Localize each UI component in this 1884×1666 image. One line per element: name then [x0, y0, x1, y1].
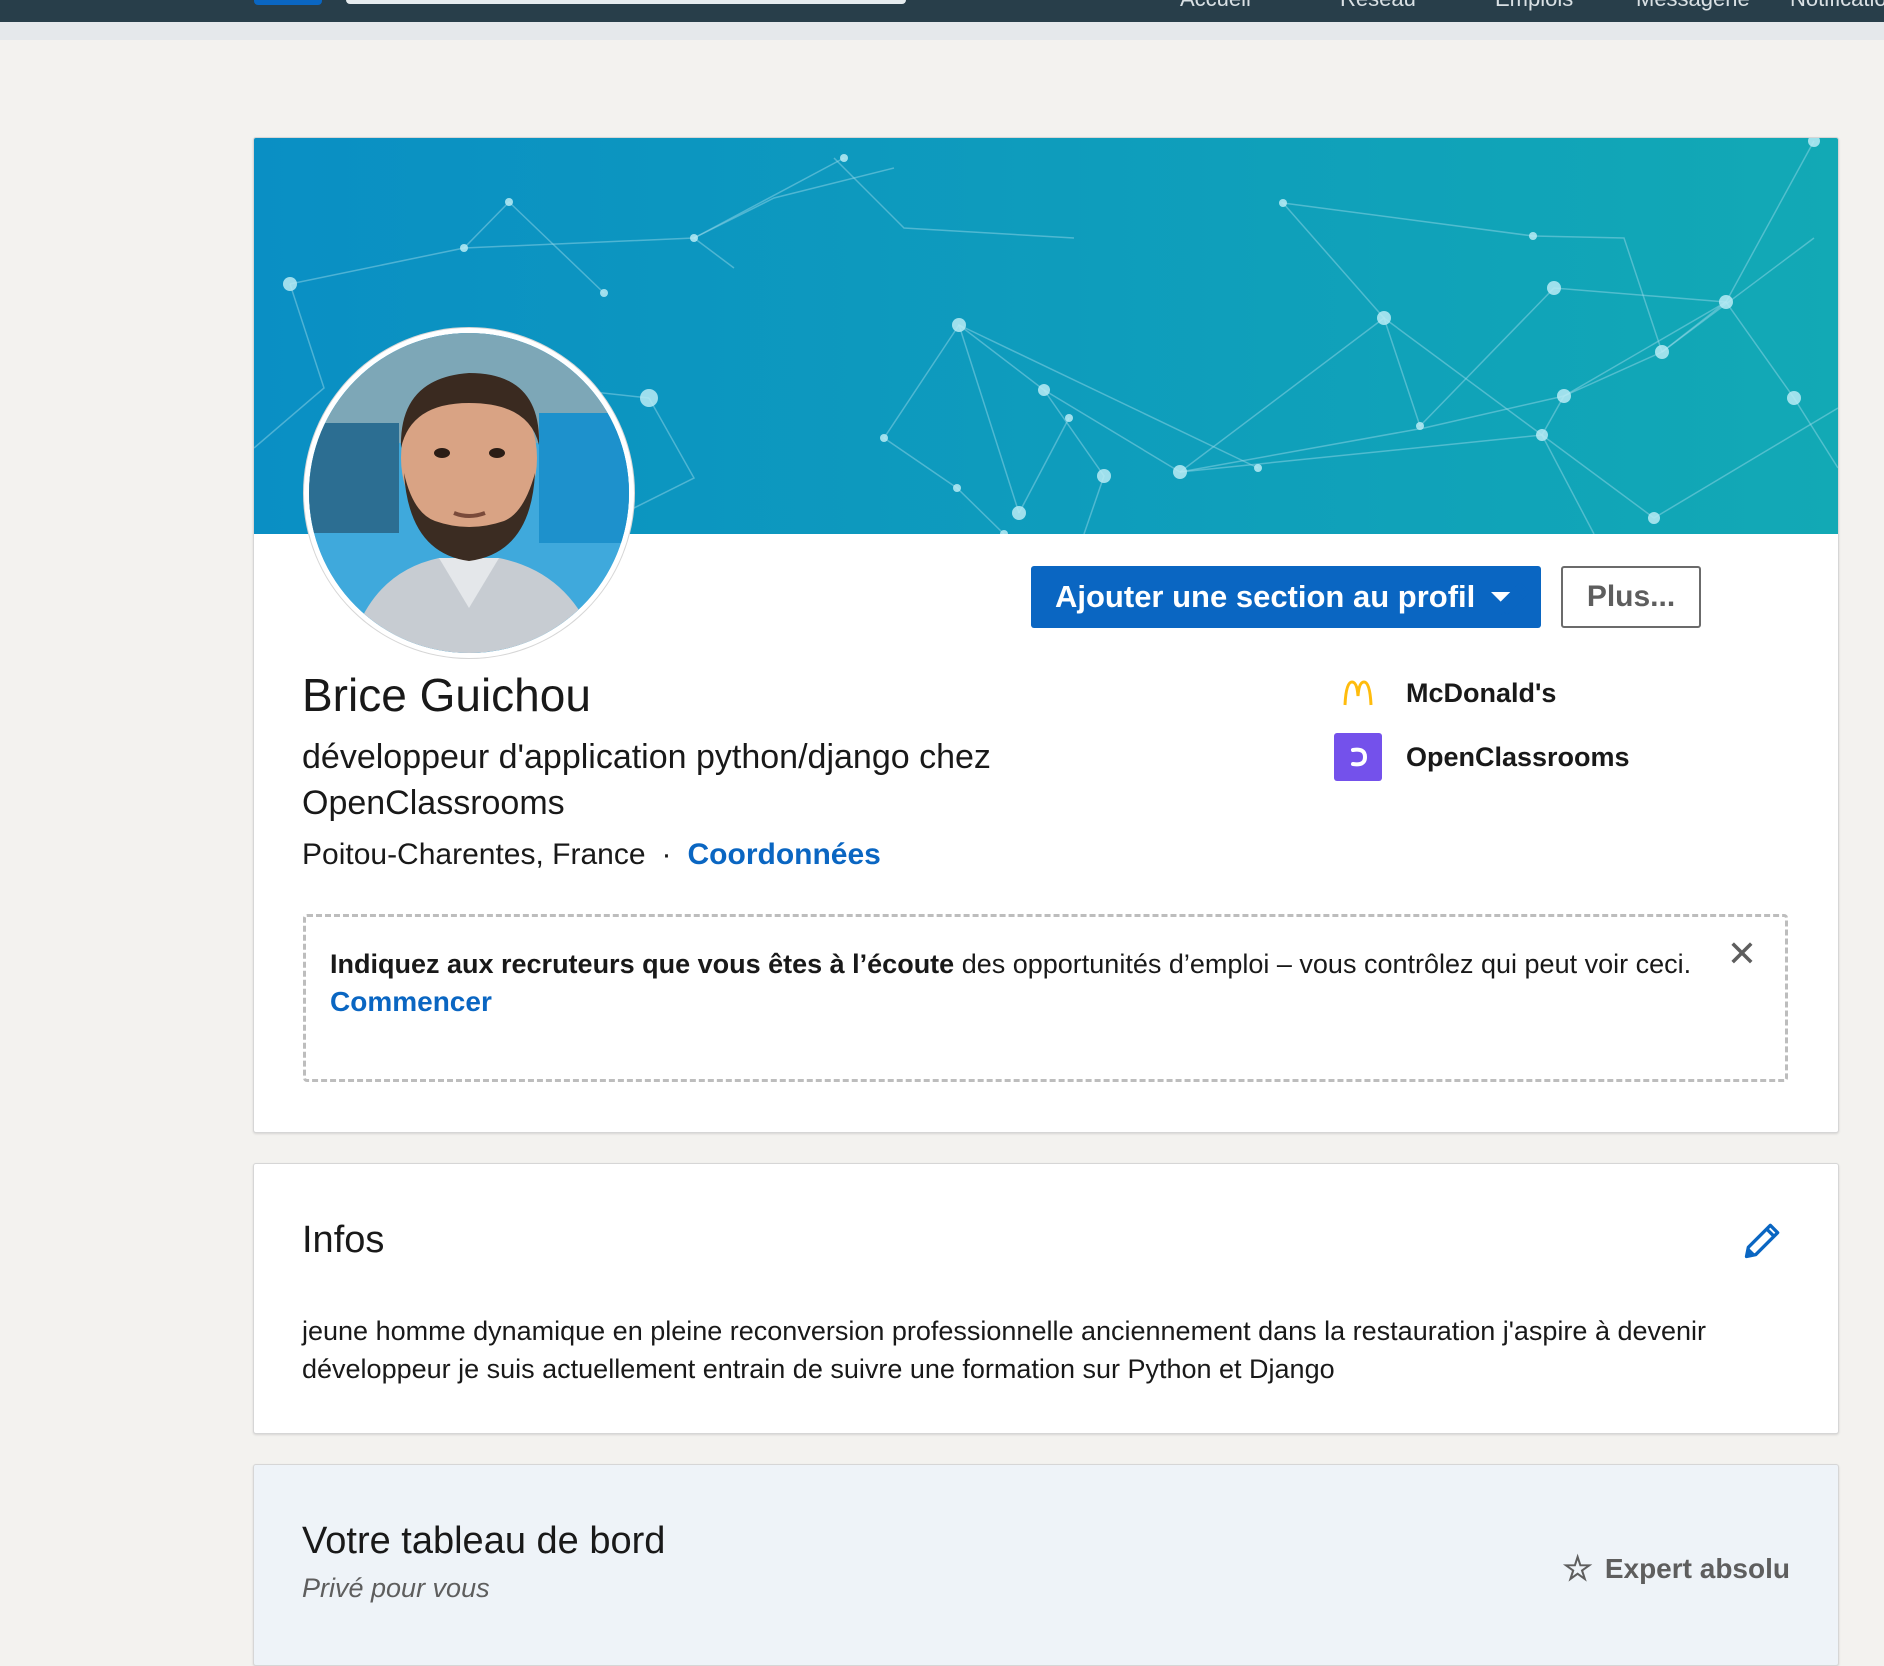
open-to-work-text: Indiquez aux recruteurs que vous êtes à … [330, 945, 1761, 983]
profile-top-card: Ajouter une section au profil Plus... Br… [253, 137, 1839, 1133]
nav-divider [0, 22, 1884, 40]
add-profile-section-label: Ajouter une section au profil [1055, 579, 1476, 614]
profile-headline: développeur d'application python/django … [302, 738, 991, 822]
edit-pencil-icon[interactable] [1491, 577, 1535, 621]
edit-pencil-icon[interactable] [1741, 1218, 1785, 1262]
profile-location-row: Poitou-Charentes, France · Coordonnées [302, 838, 881, 872]
separator-dot: · [661, 838, 672, 871]
profile-avatar[interactable] [304, 328, 634, 658]
about-section-title: Infos [302, 1219, 385, 1261]
profile-location: Poitou-Charentes, France [302, 838, 646, 871]
nav-item-jobs[interactable]: Emplois [1495, 0, 1573, 12]
top-nav-bar: Accueil Réseau Emplois Messagerie Notifi… [0, 0, 1884, 22]
dashboard-subtitle: Privé pour vous [302, 1573, 490, 1603]
company-item-mcdonalds[interactable]: McDonald's [1334, 669, 1556, 717]
open-to-work-rest: des opportunités d’emploi – vous contrôl… [954, 949, 1692, 979]
open-to-work-lead: Indiquez aux recruteurs que vous êtes à … [330, 949, 955, 979]
contact-info-link[interactable]: Coordonnées [688, 838, 881, 872]
nav-item-notifications[interactable]: Notifications [1790, 0, 1884, 12]
dashboard-title: Votre tableau de bord [302, 1520, 666, 1562]
company-item-openclassrooms[interactable]: OpenClassrooms [1334, 733, 1630, 781]
linkedin-logo-icon[interactable] [254, 0, 322, 5]
profile-strength-badge[interactable]: ☆ Expert absolu [1562, 1549, 1790, 1589]
company-name: McDonald's [1406, 677, 1557, 708]
profile-name: Brice Guichou [302, 669, 591, 721]
about-section-text: jeune homme dynamique en pleine reconver… [302, 1316, 1707, 1384]
nav-item-home[interactable]: Accueil [1180, 0, 1251, 12]
avatar-photo-image [309, 333, 629, 653]
close-icon[interactable]: ✕ [1727, 935, 1757, 973]
profile-strength-label: Expert absolu [1604, 1553, 1790, 1584]
about-section-card: Infos jeune homme dynamique en pleine re… [253, 1163, 1839, 1434]
company-name: OpenClassrooms [1406, 741, 1630, 772]
nav-item-messaging[interactable]: Messagerie [1636, 0, 1750, 12]
search-input[interactable] [346, 0, 906, 4]
star-icon: ☆ [1562, 1550, 1593, 1588]
mcdonalds-logo-icon [1334, 669, 1382, 717]
nav-item-network[interactable]: Réseau [1340, 0, 1416, 12]
open-to-work-prompt: ✕ Indiquez aux recruteurs que vous êtes … [303, 914, 1788, 1082]
start-open-to-work-link[interactable]: Commencer [330, 983, 1761, 1021]
dashboard-card: Votre tableau de bord Privé pour vous ☆ … [253, 1464, 1839, 1666]
openclassrooms-logo-icon [1334, 733, 1382, 781]
more-button[interactable]: Plus... [1561, 566, 1701, 628]
add-profile-section-button[interactable]: Ajouter une section au profil [1031, 566, 1541, 628]
